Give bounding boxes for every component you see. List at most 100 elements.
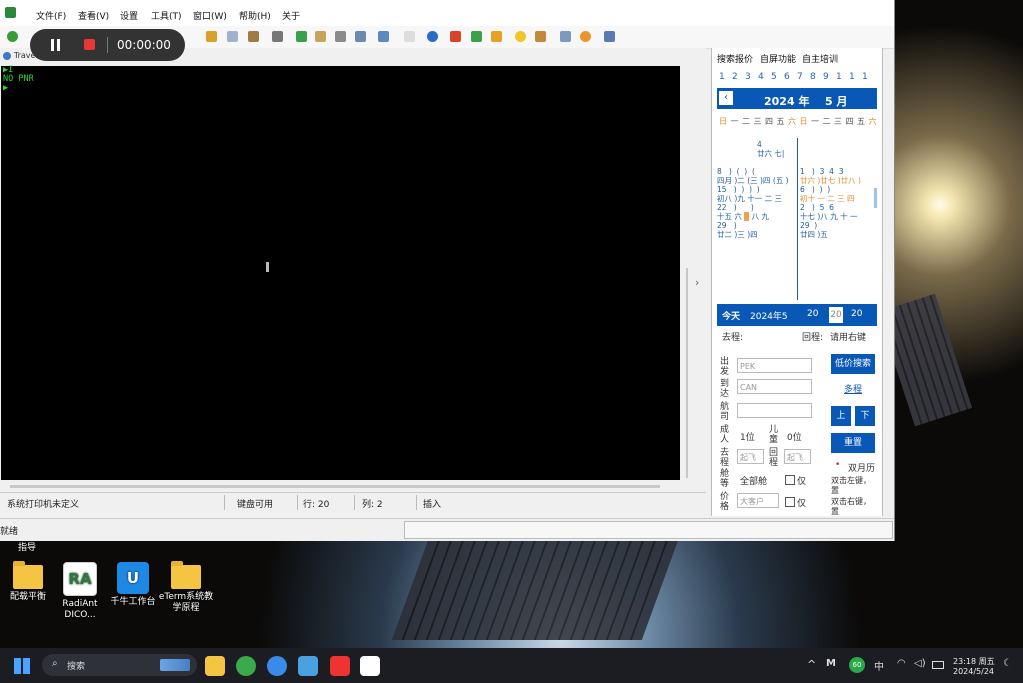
number-tab[interactable]: 7 xyxy=(797,72,803,82)
stop-icon[interactable] xyxy=(84,39,95,50)
volume-icon[interactable]: ◁) xyxy=(914,658,926,669)
number-tab[interactable]: 1 xyxy=(719,72,725,82)
weekday-label: 六 xyxy=(868,117,877,126)
return-time-input[interactable]: 起飞 xyxy=(784,449,811,464)
desktop-icon-peizai[interactable]: 配载平衡 xyxy=(0,561,56,603)
paste-icon[interactable] xyxy=(248,31,259,42)
menu-settings[interactable]: 设置 xyxy=(120,9,138,22)
print-icon[interactable] xyxy=(272,31,283,42)
tray-chevron-up-icon[interactable]: ^ xyxy=(807,658,816,671)
to-city-select[interactable]: CAN xyxy=(737,379,812,394)
edit-icon[interactable] xyxy=(315,31,326,42)
depart-time-input[interactable]: 起飞 xyxy=(737,449,764,464)
down-button[interactable]: 下 xyxy=(855,406,875,426)
reset-button[interactable]: 重置 xyxy=(831,433,875,453)
menu-help[interactable]: 帮助(H) xyxy=(239,9,271,22)
cut-icon[interactable] xyxy=(206,31,217,42)
blank-icon[interactable] xyxy=(404,31,415,42)
wifi-icon[interactable]: ◠ xyxy=(897,658,906,669)
add-icon[interactable] xyxy=(296,31,307,42)
only-checkbox-1[interactable] xyxy=(785,475,795,485)
day-select-1[interactable]: 20 xyxy=(807,309,818,319)
multi-trip-button[interactable]: 多程 xyxy=(831,380,875,400)
green-tool-icon[interactable] xyxy=(471,31,482,42)
tray-badge-icon[interactable]: 60 xyxy=(849,657,865,673)
number-tab[interactable]: 2 xyxy=(732,72,738,82)
tab-training[interactable]: 自主培训 xyxy=(802,52,838,65)
pause-icon[interactable] xyxy=(50,39,62,51)
number-tab[interactable]: 5 xyxy=(771,72,777,82)
time-label: 去程 xyxy=(720,448,730,468)
battery-icon[interactable] xyxy=(932,661,944,669)
capcut-icon[interactable] xyxy=(360,656,380,676)
windows-start-icon[interactable] xyxy=(14,658,30,674)
notification-icon[interactable]: ☾ xyxy=(1003,658,1012,669)
page-icon[interactable] xyxy=(560,31,571,42)
menu-file[interactable]: 文件(F) xyxy=(36,9,66,22)
only-checkbox-2[interactable] xyxy=(785,497,795,507)
copy-icon[interactable] xyxy=(227,31,238,42)
browser-green-icon[interactable] xyxy=(236,656,256,676)
number-tab[interactable]: 8 xyxy=(810,72,816,82)
red-app-icon[interactable] xyxy=(330,656,350,676)
clock-date[interactable]: 2024/5/24 xyxy=(953,667,994,676)
desktop-icon-qianniu[interactable]: U 千牛工作台 xyxy=(105,562,161,608)
number-tab[interactable]: 9 xyxy=(823,72,829,82)
expand-panel-icon[interactable]: › xyxy=(695,276,699,289)
tab-self-screen[interactable]: 自屏功能 xyxy=(760,52,796,65)
number-tab[interactable]: 6 xyxy=(784,72,790,82)
chart-icon[interactable] xyxy=(535,31,546,42)
tray-m-icon[interactable]: M xyxy=(826,658,836,669)
red-tool-icon[interactable] xyxy=(450,31,461,42)
weekday-label: 二 xyxy=(822,117,831,126)
tab-search-price[interactable]: 搜索报价 xyxy=(717,52,753,65)
user-icon[interactable] xyxy=(7,31,18,42)
menu-window[interactable]: 窗口(W) xyxy=(193,9,227,22)
orange-tool-icon[interactable] xyxy=(491,31,502,42)
low-price-search-button[interactable]: 低价搜索 xyxy=(831,354,875,374)
plane-icon[interactable] xyxy=(378,31,389,42)
calendar-scrollbar[interactable] xyxy=(874,188,877,208)
up-button[interactable]: 上 xyxy=(831,406,851,426)
number-tab[interactable]: 1 xyxy=(836,72,842,82)
key-account-input[interactable]: 大客户 xyxy=(737,493,779,508)
ime-indicator[interactable]: 中 xyxy=(874,658,884,673)
clock-time[interactable]: 23:18 周五 xyxy=(953,656,995,667)
orange-circle-icon[interactable] xyxy=(580,31,591,42)
file-explorer-icon[interactable] xyxy=(205,656,225,676)
menu-view[interactable]: 查看(V) xyxy=(78,9,109,22)
taskbar-search-box[interactable]: ⌕ 搜索 xyxy=(42,654,197,676)
today-button[interactable]: 今天 xyxy=(722,309,740,322)
browser-blue-icon[interactable] xyxy=(267,656,287,676)
bottom-status-bar: 就绪 xyxy=(0,518,894,541)
dual-month-calendar[interactable]: 双月历 xyxy=(848,461,875,474)
number-tab[interactable]: 4 xyxy=(758,72,764,82)
number-tab[interactable]: 1 xyxy=(849,72,855,82)
cabin-select[interactable]: 全部舱 xyxy=(740,474,767,487)
bulb-icon[interactable] xyxy=(515,31,526,42)
desktop-icon-eterm[interactable]: eTerm系统教学原程 xyxy=(158,561,214,614)
eterm-taskbar-icon[interactable] xyxy=(298,656,318,676)
terminal-line: ▶I xyxy=(3,65,14,75)
day-select-3[interactable]: 20 xyxy=(851,309,862,319)
day-select-2[interactable]: 20 xyxy=(829,307,843,323)
adult-count-select[interactable]: 1位 xyxy=(740,430,755,443)
airline-select[interactable] xyxy=(737,403,812,418)
vertical-scrollbar[interactable] xyxy=(686,268,688,478)
from-city-select[interactable]: PEK xyxy=(737,358,812,373)
doc-icon[interactable] xyxy=(335,31,346,42)
help-icon[interactable] xyxy=(427,31,438,42)
menu-tools[interactable]: 工具(T) xyxy=(151,9,182,22)
number-tab[interactable]: 1 xyxy=(862,72,868,82)
calc-icon[interactable] xyxy=(355,31,366,42)
desktop-icon-radiant[interactable]: RA RadiAnt DICO... xyxy=(52,562,108,621)
terminal-screen[interactable]: ▶I NO PNR ▶ xyxy=(1,66,680,480)
prev-month-button[interactable]: ‹ xyxy=(719,91,733,105)
child-count-select[interactable]: 0位 xyxy=(787,430,802,443)
number-tab[interactable]: 3 xyxy=(745,72,751,82)
weekday-label: 五 xyxy=(776,117,785,126)
status-bar: 系统打印机未定义 键盘可用 行: 20 列: 2 插入 xyxy=(0,492,706,513)
upload-icon[interactable] xyxy=(604,31,615,42)
horizontal-scrollbar[interactable] xyxy=(10,485,660,488)
menu-about[interactable]: 关于 xyxy=(282,9,300,22)
